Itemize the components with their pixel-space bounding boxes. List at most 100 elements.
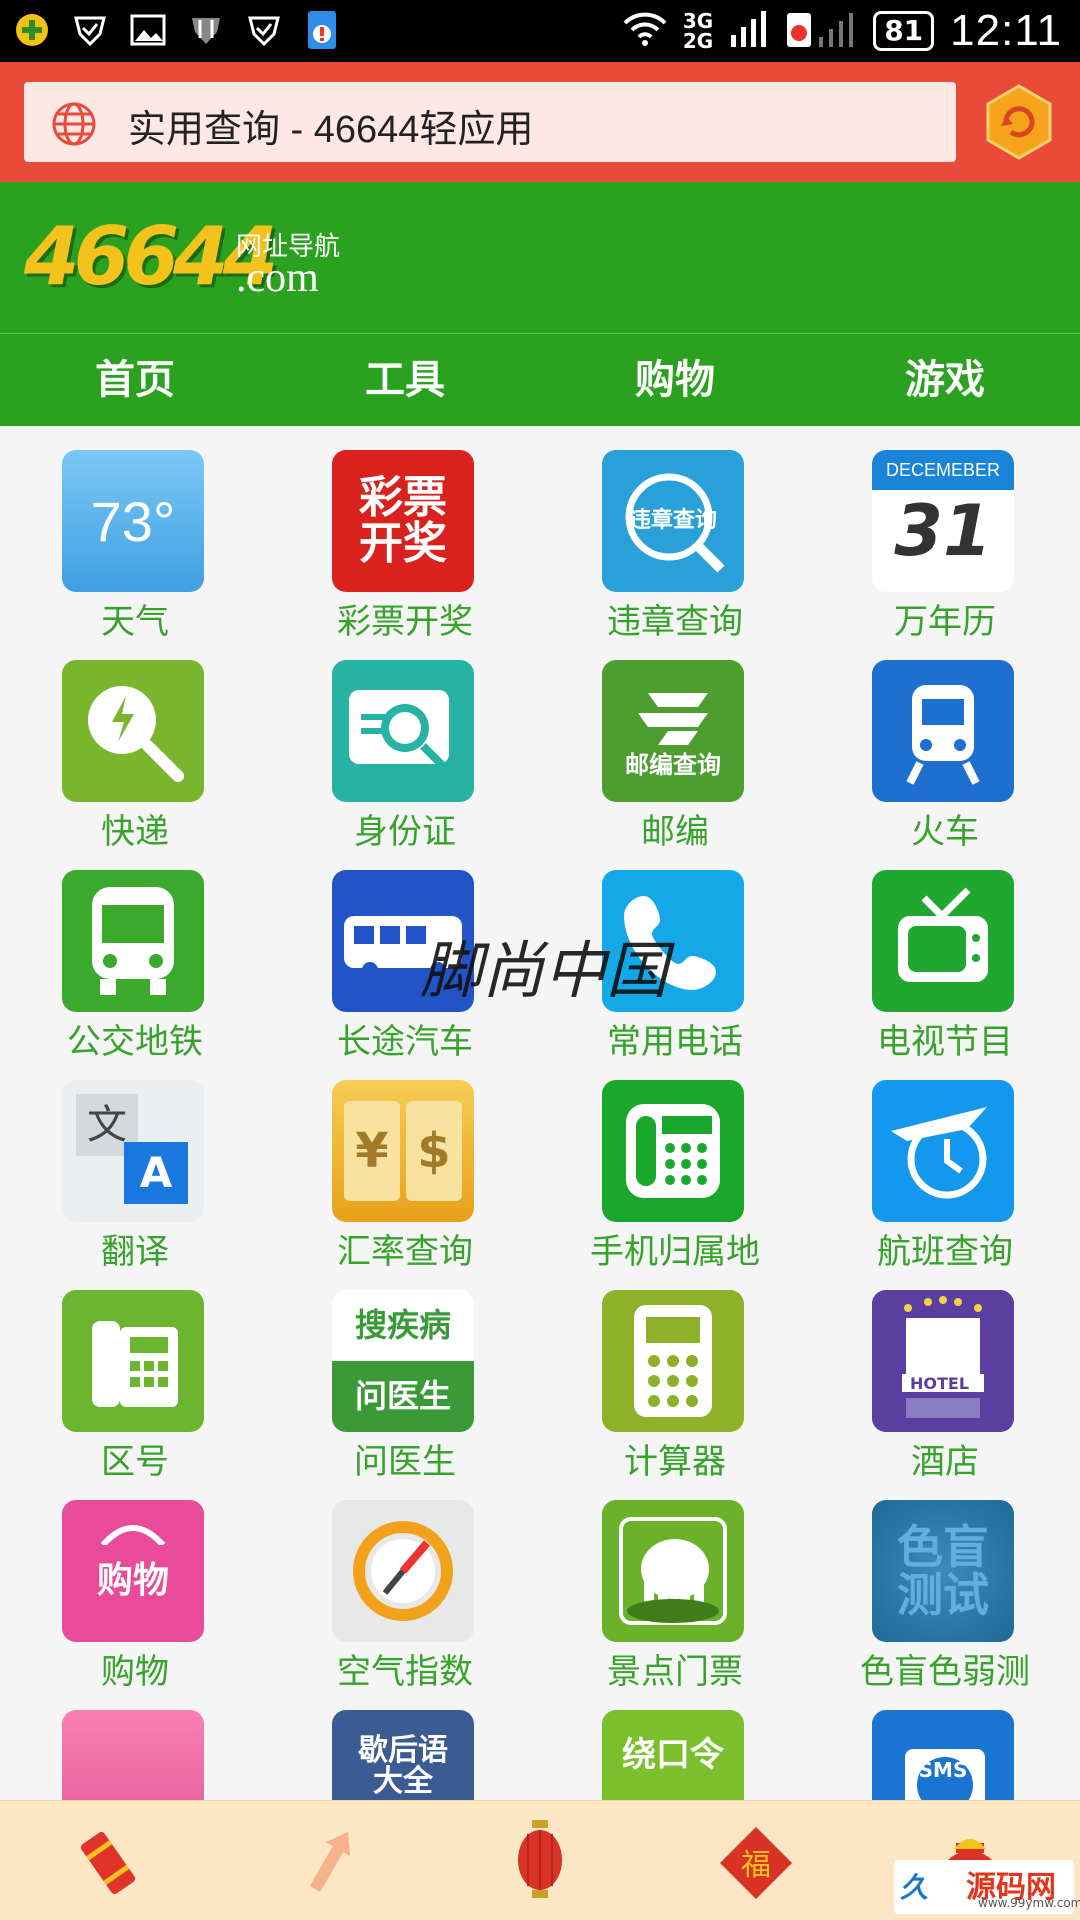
clock: 12:11 bbox=[950, 6, 1062, 55]
app-tile[interactable]: 公交地铁 bbox=[0, 846, 270, 1062]
tv-icon bbox=[872, 870, 1014, 1012]
antivirus-icon bbox=[186, 10, 226, 50]
app-tile[interactable]: 彩票 开奖 彩票开奖 bbox=[270, 426, 540, 642]
app-tile[interactable]: 快递 bbox=[0, 636, 270, 852]
app-tile[interactable]: 景点门票 bbox=[540, 1476, 810, 1692]
app-tile[interactable]: ¥ $ 汇率查询 bbox=[270, 1056, 540, 1272]
lottery-icon: 彩票 开奖 bbox=[332, 450, 474, 592]
weather-icon: 73° bbox=[62, 450, 204, 592]
xiehouyu-text: 歇后语 大全 bbox=[358, 1732, 448, 1799]
status-bar: 3G 2G 81 12:11 bbox=[0, 0, 1080, 62]
app-tile[interactable]: 身份证 bbox=[270, 636, 540, 852]
app-tile[interactable]: 空气指数 bbox=[270, 1476, 540, 1692]
app-tile[interactable] bbox=[0, 1686, 270, 1800]
page-title: 实用查询 - 46644轻应用 bbox=[128, 109, 534, 151]
bottom-bar: 福 久 源码网 www.99ymw.com bbox=[0, 1800, 1080, 1920]
brain-teaser-icon bbox=[62, 1710, 204, 1800]
fortune-icon[interactable]: 福 bbox=[716, 1823, 796, 1903]
site-header: 46644 网址导航 .com bbox=[0, 182, 1080, 334]
sms-icon: SMS bbox=[872, 1710, 1014, 1800]
app-tile[interactable]: 火车 bbox=[810, 636, 1080, 852]
shield-check-icon bbox=[70, 10, 110, 50]
globe-icon bbox=[50, 100, 98, 152]
signal-icon bbox=[729, 9, 769, 53]
bus-icon bbox=[62, 870, 204, 1012]
exchange-rate-icon: ¥ $ bbox=[332, 1080, 474, 1222]
app-tile[interactable]: 色盲 测试 色盲色弱测 bbox=[810, 1476, 1080, 1692]
network-type: 3G 2G bbox=[683, 11, 713, 51]
app-tile[interactable]: 邮编查询 邮编 bbox=[540, 636, 810, 852]
calendar-day: 31 bbox=[894, 490, 992, 572]
app-plus-icon bbox=[12, 10, 52, 50]
doctor-icon: 搜疾病 问医生 bbox=[332, 1290, 474, 1432]
app-tile[interactable]: 区号 bbox=[0, 1266, 270, 1482]
sim-alert-signal-icon bbox=[785, 9, 857, 53]
image-icon bbox=[128, 10, 168, 50]
network-top: 3G bbox=[682, 9, 714, 33]
calculator-icon bbox=[602, 1290, 744, 1432]
app-tile[interactable]: 手机归属地 bbox=[540, 1056, 810, 1272]
tongue-twister-icon: 绕口令 bbox=[602, 1710, 744, 1800]
color-blind-text: 色盲 测试 bbox=[897, 1519, 989, 1622]
flight-icon bbox=[872, 1080, 1014, 1222]
app-tile[interactable]: 绕口令 bbox=[540, 1686, 810, 1800]
battery-level: 81 bbox=[873, 11, 935, 51]
address-bar: 实用查询 - 46644轻应用 bbox=[0, 62, 1080, 182]
xiehouyu-icon: 歇后语 大全 bbox=[332, 1710, 474, 1800]
lottery-text: 彩票 开奖 bbox=[359, 471, 447, 569]
weather-text: 73° bbox=[90, 489, 176, 553]
app-tile[interactable]: 计算器 bbox=[540, 1266, 810, 1482]
violation-text: 违章查询 bbox=[628, 508, 717, 534]
system-status: 3G 2G 81 12:11 bbox=[623, 6, 1062, 56]
app-tile[interactable]: 73° 天气 bbox=[0, 426, 270, 642]
traffic-violation-icon: 违章查询 bbox=[602, 450, 744, 592]
air-index-icon bbox=[332, 1500, 474, 1642]
postcode-icon: 邮编查询 bbox=[602, 660, 744, 802]
app-tile[interactable]: 搜疾病 问医生 问医生 bbox=[270, 1266, 540, 1482]
translate-icon: 文A bbox=[62, 1080, 204, 1222]
tongue-twister-text: 绕口令 bbox=[622, 1735, 724, 1776]
app-grid: 73° 天气 彩票 开奖 彩票开奖 违章查询 违章查询 DECEMEBER 31 万年历快递 身份证… bbox=[0, 426, 1080, 1800]
shopping-bag-icon: 购物 bbox=[62, 1500, 204, 1642]
hotel-icon: HOTEL bbox=[872, 1290, 1014, 1432]
shield-check-icon-2 bbox=[244, 10, 284, 50]
svg-text:福: 福 bbox=[741, 1848, 771, 1883]
app-tile[interactable]: HOTEL 酒店 bbox=[810, 1266, 1080, 1482]
tab-home[interactable]: 首页 bbox=[0, 334, 270, 426]
notification-icons bbox=[12, 10, 342, 50]
badge-logo-icon: 久 bbox=[900, 1871, 929, 1904]
hotel-text: HOTEL bbox=[910, 1374, 970, 1393]
app-tile[interactable]: SMS bbox=[810, 1686, 1080, 1800]
postcode-text: 邮编查询 bbox=[625, 751, 721, 780]
url-field[interactable]: 实用查询 - 46644轻应用 bbox=[24, 82, 956, 162]
app-tile[interactable]: 购物 购物 bbox=[0, 1476, 270, 1692]
calendar-month: DECEMEBER bbox=[872, 450, 1014, 490]
app-tile[interactable]: DECEMEBER 31 万年历 bbox=[810, 426, 1080, 642]
refresh-button[interactable] bbox=[984, 82, 1054, 166]
app-tile[interactable]: 歇后语 大全 bbox=[270, 1686, 540, 1800]
alert-file-icon bbox=[302, 10, 342, 50]
id-card-icon bbox=[332, 660, 474, 802]
app-tile[interactable]: 文 A 翻译 bbox=[0, 1056, 270, 1272]
app-tile[interactable]: 电视节目 bbox=[810, 846, 1080, 1062]
refresh-icon bbox=[986, 84, 1052, 160]
scenic-ticket-icon bbox=[602, 1500, 744, 1642]
color-blind-icon: 色盲 测试 bbox=[872, 1500, 1014, 1642]
wifi-icon bbox=[623, 11, 667, 51]
source-badge: 久 源码网 www.99ymw.com bbox=[894, 1860, 1080, 1914]
firecracker-icon[interactable] bbox=[68, 1823, 148, 1903]
tab-games[interactable]: 游戏 bbox=[810, 334, 1080, 426]
train-icon bbox=[872, 660, 1014, 802]
app-tile[interactable]: 航班查询 bbox=[810, 1056, 1080, 1272]
sms-text: SMS bbox=[918, 1758, 968, 1782]
express-search-icon bbox=[62, 660, 204, 802]
lantern-icon[interactable] bbox=[500, 1820, 580, 1903]
tab-tools[interactable]: 工具 bbox=[270, 334, 540, 426]
calendar-icon: DECEMEBER 31 bbox=[872, 450, 1014, 592]
app-tile[interactable]: 违章查询 违章查询 bbox=[540, 426, 810, 642]
firework-icon[interactable] bbox=[290, 1823, 370, 1903]
category-tabs: 首页 工具 购物 游戏 bbox=[0, 334, 1080, 426]
mobile-location-icon bbox=[602, 1080, 744, 1222]
tab-shopping[interactable]: 购物 bbox=[540, 334, 810, 426]
area-code-icon bbox=[62, 1290, 204, 1432]
